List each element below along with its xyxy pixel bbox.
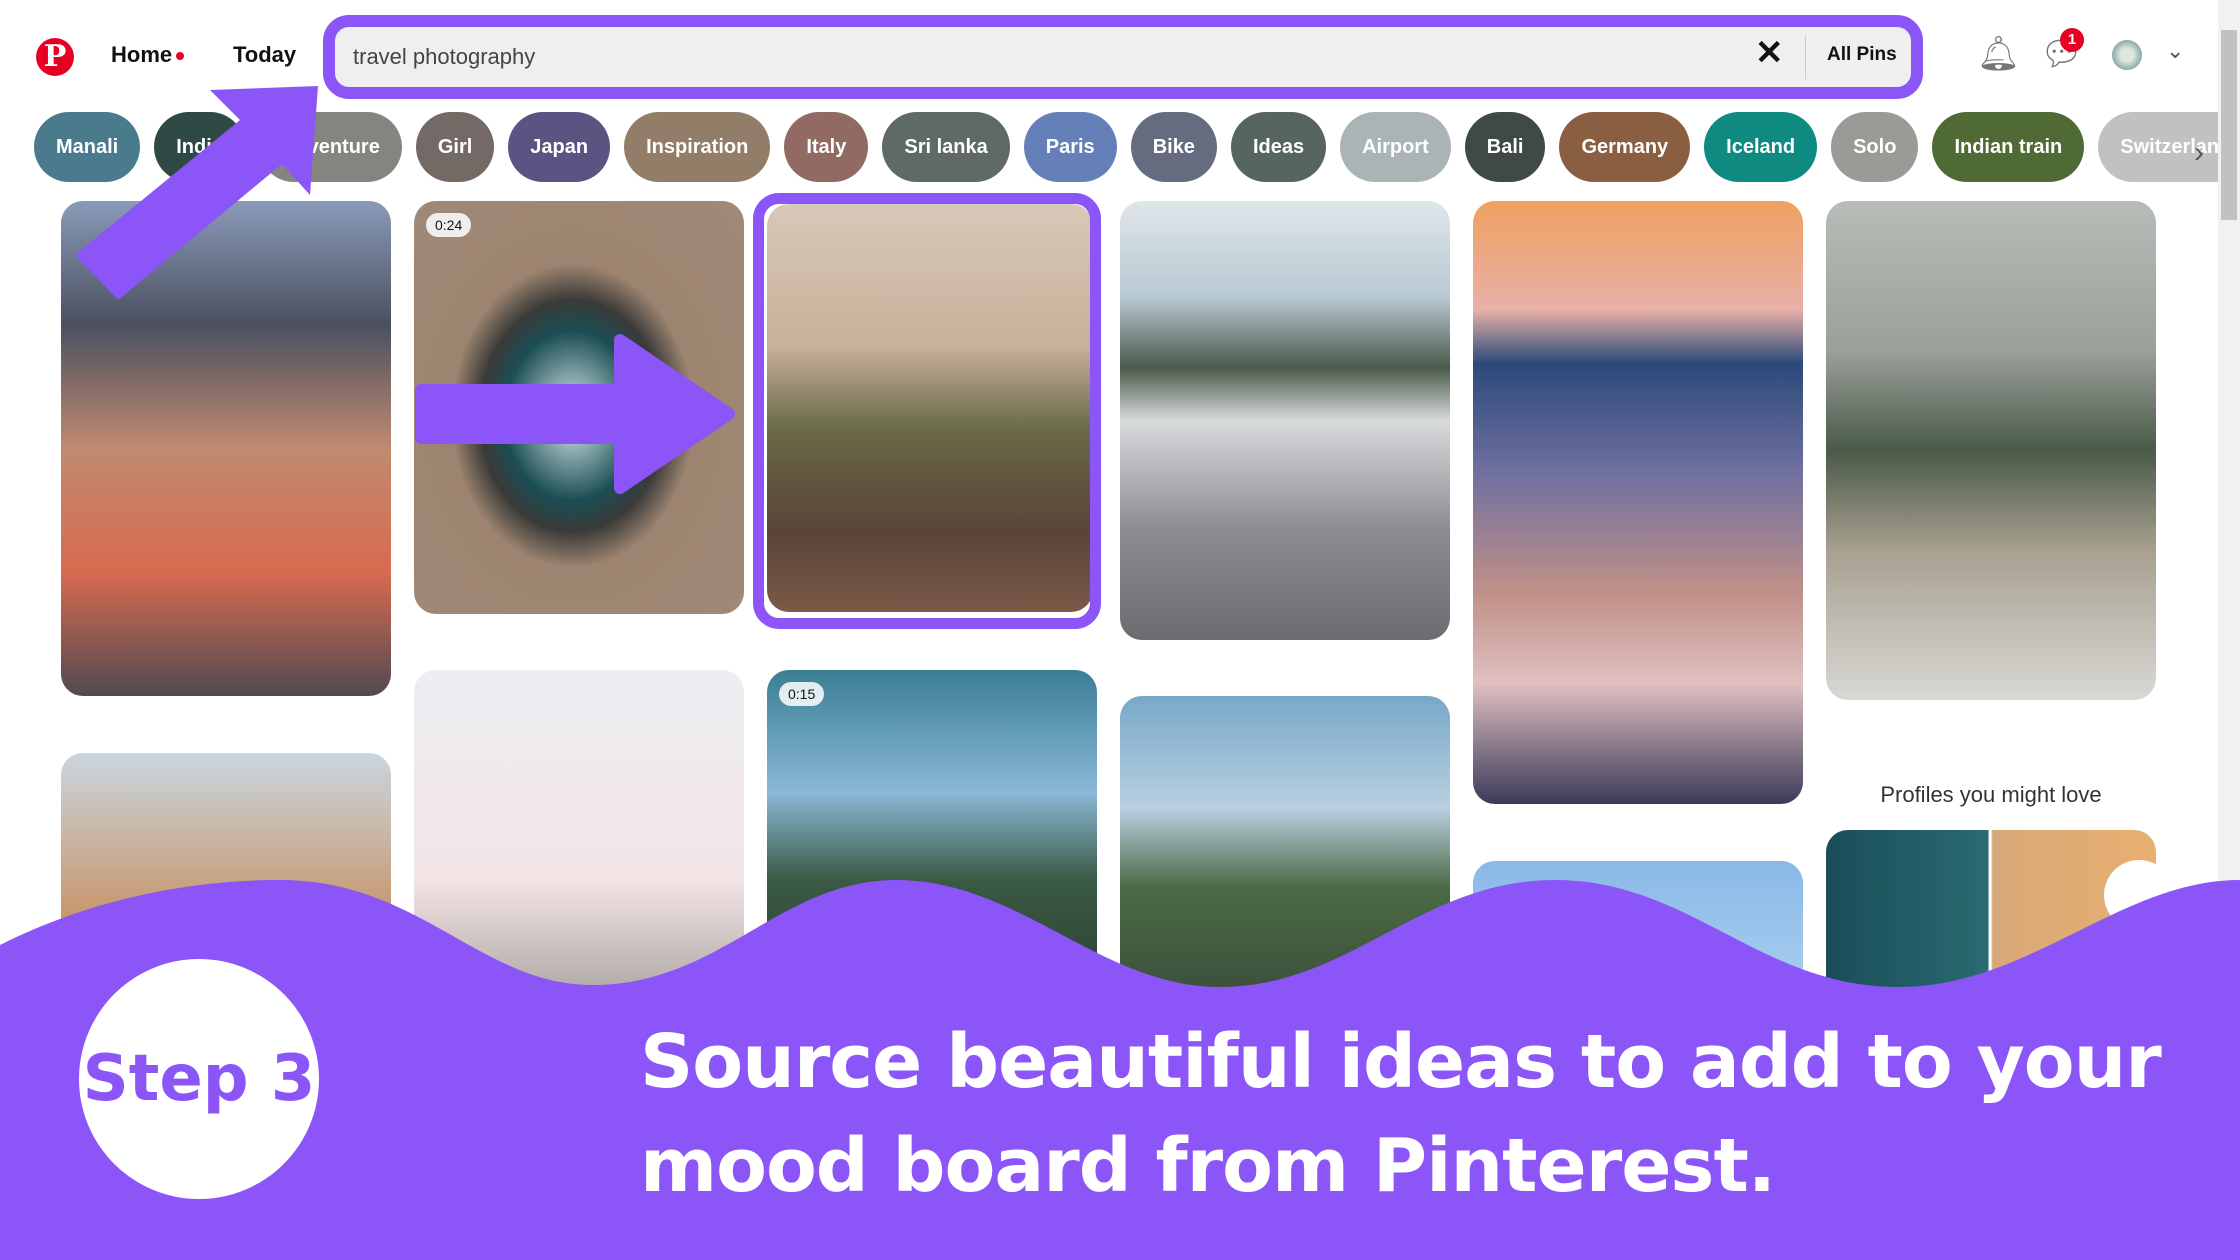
caption-line-1: Source beautiful ideas to add to your — [640, 1019, 2162, 1105]
arrow-right — [415, 334, 735, 494]
step-label: Step 3 — [82, 1042, 316, 1116]
caption-line-2: mood board from Pinterest. — [640, 1123, 1776, 1209]
step-badge: Step 3 — [79, 959, 319, 1199]
arrow-up-right — [75, 86, 318, 300]
caption: Source beautiful ideas to add to your mo… — [640, 1010, 2162, 1218]
